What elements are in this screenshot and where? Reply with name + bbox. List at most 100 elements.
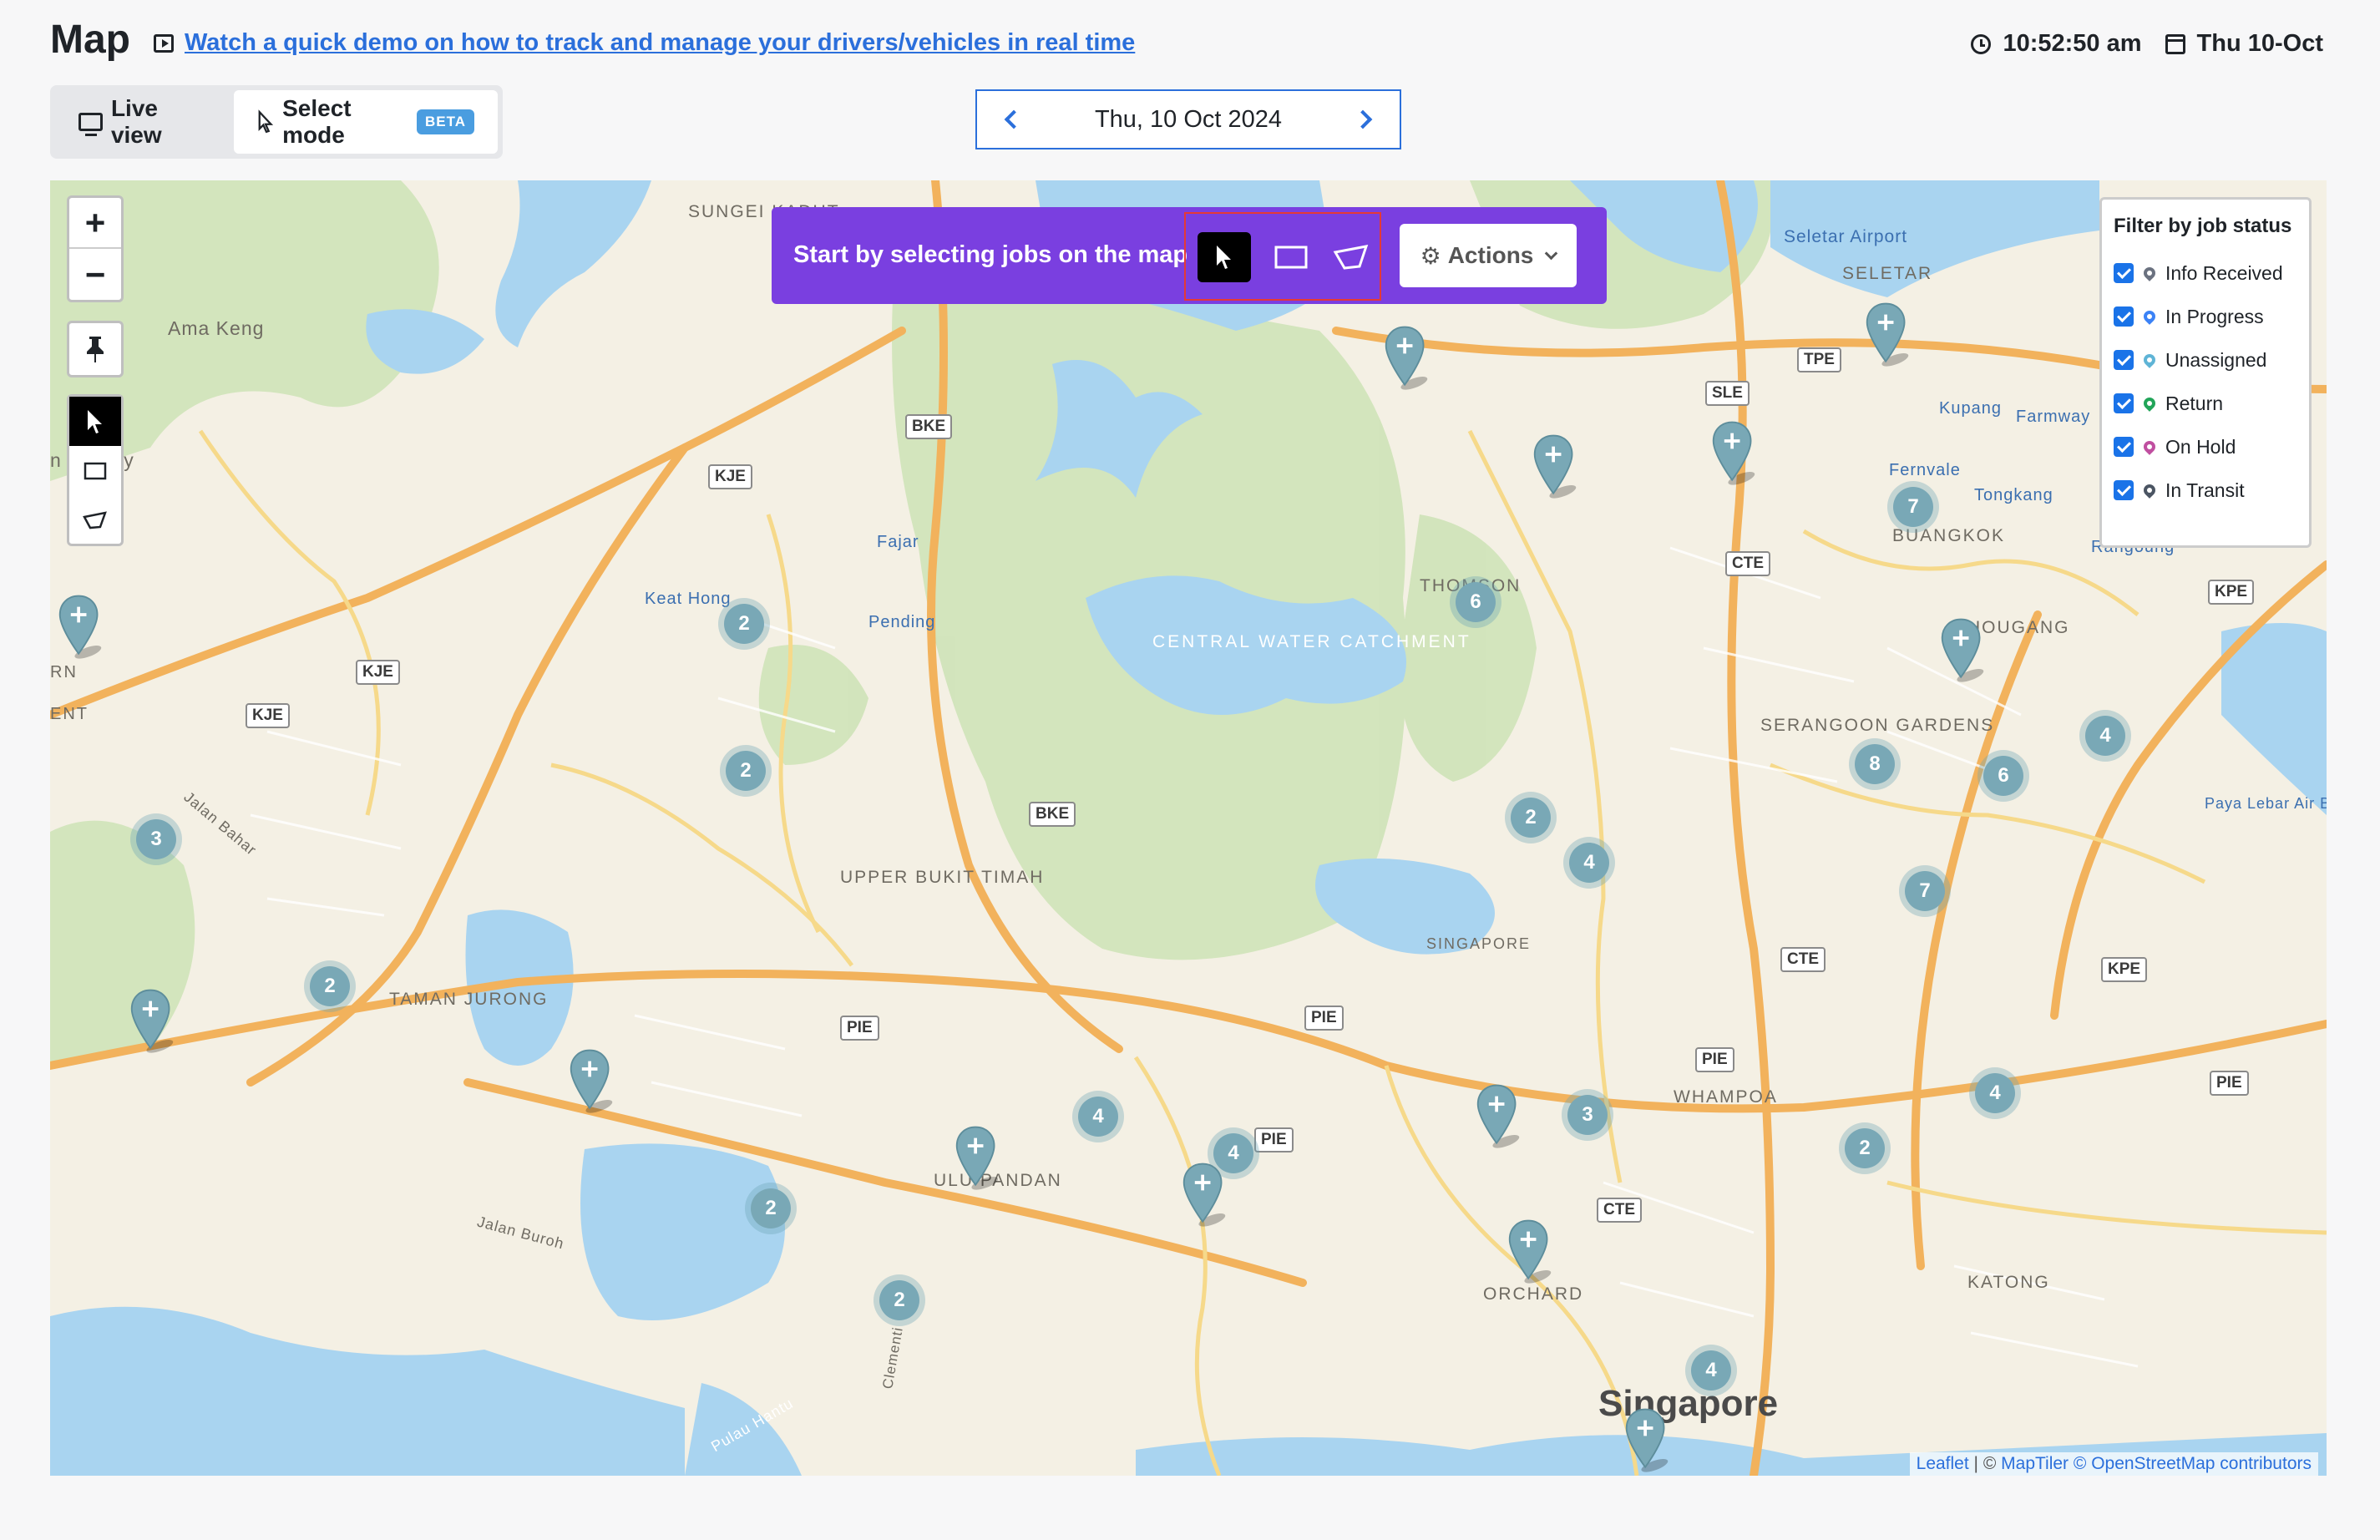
filter-item-return[interactable]: Return (2114, 382, 2297, 425)
filter-label: Return (2165, 392, 2224, 414)
job-cluster-marker[interactable]: 3 (1562, 1089, 1613, 1141)
highway-shield: PIE (840, 1016, 879, 1041)
place-label: KATONG (1967, 1273, 2050, 1292)
prev-day-icon[interactable] (1004, 109, 1024, 129)
map-canvas[interactable]: Ama Keng SUNGEI KADUT Keat Hong Fajar Pe… (50, 180, 2327, 1476)
demo-video-link[interactable]: Watch a quick demo on how to track and m… (185, 29, 1135, 57)
job-pin-marker[interactable] (1383, 324, 1430, 391)
select-mode-label: Select mode (282, 95, 352, 148)
job-cluster-marker[interactable]: 2 (1839, 1122, 1891, 1174)
job-cluster-marker[interactable]: 8 (1849, 738, 1901, 790)
job-cluster-marker[interactable]: 2 (874, 1274, 925, 1326)
calendar-icon (2165, 33, 2185, 54)
place-label: WHAMPOA (1674, 1087, 1778, 1107)
rectangle-tool-button[interactable] (1264, 232, 1318, 282)
job-cluster-marker[interactable]: 6 (1450, 576, 1501, 628)
job-pin-marker[interactable] (1532, 433, 1578, 499)
zoom-out-button[interactable]: − (69, 249, 121, 300)
job-pin-marker[interactable] (1710, 419, 1757, 486)
pin-toggle-button[interactable] (67, 321, 124, 377)
live-view-button[interactable]: Live view (55, 90, 234, 154)
highway-shield: CTE (1725, 551, 1770, 576)
highway-shield: KJE (246, 703, 290, 728)
job-cluster-marker[interactable]: 3 (130, 813, 182, 865)
job-pin-marker[interactable] (568, 1047, 615, 1114)
job-cluster-marker[interactable]: 2 (745, 1183, 797, 1234)
clock-display: 10:52:50 am Thu 10-Oct (1971, 30, 2323, 58)
place-label: SELETAR (1842, 264, 1933, 283)
highway-shield: CTE (1597, 1198, 1642, 1223)
job-cluster-marker[interactable]: 4 (1969, 1067, 2021, 1119)
place-label: Paya Lebar Air Base (2205, 795, 2327, 812)
checkbox[interactable] (2114, 480, 2134, 500)
actions-dropdown[interactable]: ⚙ Actions (1400, 224, 1577, 287)
highway-shield: PIE (1304, 1006, 1344, 1031)
job-cluster-marker[interactable]: 6 (1977, 750, 2029, 802)
filter-label: Unassigned (2165, 348, 2267, 371)
draw-polygon-button[interactable] (69, 495, 121, 545)
zoom-in-button[interactable]: + (69, 198, 121, 249)
select-tool-button[interactable] (1198, 232, 1251, 282)
job-cluster-marker[interactable]: 2 (718, 598, 770, 650)
selection-toolbar: Start by selecting jobs on the map ⚙ Act… (772, 207, 1607, 304)
job-cluster-marker[interactable]: 4 (1072, 1091, 1124, 1142)
place-label: SINGAPORE (1426, 935, 1532, 952)
filter-item-info-received[interactable]: Info Received (2114, 251, 2297, 295)
job-pin-marker[interactable] (1181, 1161, 1228, 1228)
checkbox[interactable] (2114, 437, 2134, 457)
selected-date[interactable]: Thu, 10 Oct 2024 (1095, 106, 1282, 134)
filter-label: In Transit (2165, 479, 2245, 501)
polygon-tool-button[interactable] (1324, 232, 1378, 282)
map-pin-icon (2141, 482, 2158, 499)
place-label: ORCHARD (1483, 1284, 1584, 1304)
play-video-icon[interactable] (154, 34, 174, 53)
job-pin-marker[interactable] (1623, 1406, 1670, 1473)
job-cluster-marker[interactable]: 4 (1685, 1345, 1737, 1396)
beta-badge: BETA (416, 109, 474, 134)
filter-item-in-progress[interactable]: In Progress (2114, 295, 2297, 338)
place-label: Tongkang (1974, 486, 2053, 504)
job-cluster-marker[interactable]: 4 (1563, 837, 1615, 889)
map-pin-icon (2141, 352, 2158, 368)
job-pin-marker[interactable] (57, 593, 104, 660)
job-cluster-marker[interactable]: 2 (304, 960, 356, 1012)
place-label: Fernvale (1889, 461, 1961, 479)
draw-rectangle-button[interactable] (69, 446, 121, 495)
checkbox[interactable] (2114, 350, 2134, 370)
job-cluster-marker[interactable]: 7 (1887, 481, 1939, 533)
leaflet-link[interactable]: Leaflet (1917, 1454, 1969, 1473)
filter-label: On Hold (2165, 435, 2236, 458)
filter-item-unassigned[interactable]: Unassigned (2114, 338, 2297, 382)
job-cluster-marker[interactable]: 2 (1505, 792, 1557, 843)
draw-select-button[interactable] (69, 397, 121, 446)
checkbox[interactable] (2114, 393, 2134, 413)
job-pin-marker[interactable] (1864, 301, 1911, 367)
job-pin-marker[interactable] (1939, 616, 1986, 683)
maptiler-link[interactable]: MapTiler (2001, 1454, 2069, 1473)
place-label: Farmway (2016, 408, 2091, 426)
place-label: Ama Keng (168, 317, 265, 339)
highway-shield: PIE (2210, 1071, 2249, 1096)
job-pin-marker[interactable] (1506, 1218, 1553, 1284)
filter-item-in-transit[interactable]: In Transit (2114, 469, 2297, 512)
highway-shield: SLE (1705, 381, 1750, 406)
highway-shield: TPE (1797, 347, 1841, 372)
osm-link[interactable]: © OpenStreetMap contributors (2069, 1454, 2312, 1473)
select-mode-button[interactable]: Select mode BETA (234, 90, 498, 154)
live-view-label: Live view (110, 95, 162, 148)
job-cluster-marker[interactable]: 7 (1899, 865, 1951, 917)
job-pin-marker[interactable] (129, 987, 175, 1054)
next-day-icon[interactable] (1353, 109, 1373, 129)
filter-item-on-hold[interactable]: On Hold (2114, 425, 2297, 469)
checkbox[interactable] (2114, 263, 2134, 283)
date-picker: Thu, 10 Oct 2024 (975, 89, 1401, 149)
highway-shield: PIE (1695, 1047, 1734, 1072)
checkbox[interactable] (2114, 306, 2134, 327)
rectangle-icon (1274, 246, 1308, 269)
job-pin-marker[interactable] (1475, 1082, 1522, 1149)
job-pin-marker[interactable] (954, 1124, 1000, 1191)
map-pin-icon (2141, 265, 2158, 281)
job-cluster-marker[interactable]: 4 (2079, 710, 2131, 762)
highway-shield: KJE (708, 464, 752, 489)
job-cluster-marker[interactable]: 2 (720, 745, 772, 797)
